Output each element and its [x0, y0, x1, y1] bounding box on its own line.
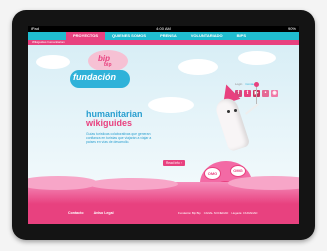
- character-stick: [256, 86, 257, 104]
- nav-item-bips[interactable]: BIPS: [230, 32, 253, 40]
- nav-item-proyectos[interactable]: PROYECTOS: [66, 32, 106, 40]
- cloud-decoration: [148, 97, 194, 113]
- footer-bar: Contacto Aviso Legal Fundación Bip Bip C…: [28, 204, 299, 224]
- hero-description: Guías turísticas colaborativas que gener…: [86, 132, 152, 145]
- omg-bubble: OMG: [204, 167, 221, 180]
- ipad-screen: iPad 4:00 AM 90% PROYECTOS QUIENES SOMOS…: [28, 26, 299, 224]
- character-body: [213, 95, 251, 153]
- cloud-decoration: [36, 55, 70, 69]
- logo-bip-text-2: bip: [104, 62, 112, 68]
- nav-item-prensa[interactable]: PRENSA: [153, 32, 184, 40]
- hero-headline-line2: wikiguides: [86, 118, 133, 128]
- character-eye: [227, 110, 230, 113]
- cloud-decoration: [178, 59, 218, 75]
- footer-link-aviso-legal[interactable]: Aviso Legal: [94, 211, 114, 215]
- footer-credit: CANAL SOCIEDAD: [203, 211, 229, 215]
- ipad-device-frame: iPad 4:00 AM 90% PROYECTOS QUIENES SOMOS…: [12, 10, 315, 240]
- robot-character: [208, 78, 268, 168]
- nav-item-quienes-somos[interactable]: QUIENES SOMOS: [105, 32, 153, 40]
- pink-ground: [28, 176, 299, 204]
- omg-bubble: OMG: [230, 165, 246, 177]
- read-more-button[interactable]: Read Info ›: [163, 160, 185, 166]
- nav-item-voluntariado[interactable]: VOLUNTARIADO: [184, 32, 230, 40]
- rss-icon[interactable]: ◉: [271, 90, 278, 97]
- footer-link-contacto[interactable]: Contacto: [68, 211, 84, 215]
- character-arm: [245, 103, 259, 115]
- footer-credit: Fundación Bip Bip: [178, 211, 201, 215]
- footer-credit: Llegada: CIUDADAD: [231, 211, 258, 215]
- fundacion-bip-bip-logo[interactable]: bip bip fundación: [70, 50, 142, 90]
- cloud-decoration: [238, 51, 276, 65]
- ground-wave: [88, 178, 178, 190]
- logo-text: fundación: [73, 72, 116, 82]
- character-eye: [234, 109, 237, 112]
- ground-wave: [228, 176, 299, 190]
- top-navigation: PROYECTOS QUIENES SOMOS PRENSA VOLUNTARI…: [28, 32, 299, 40]
- character-stick-ball: [254, 82, 259, 87]
